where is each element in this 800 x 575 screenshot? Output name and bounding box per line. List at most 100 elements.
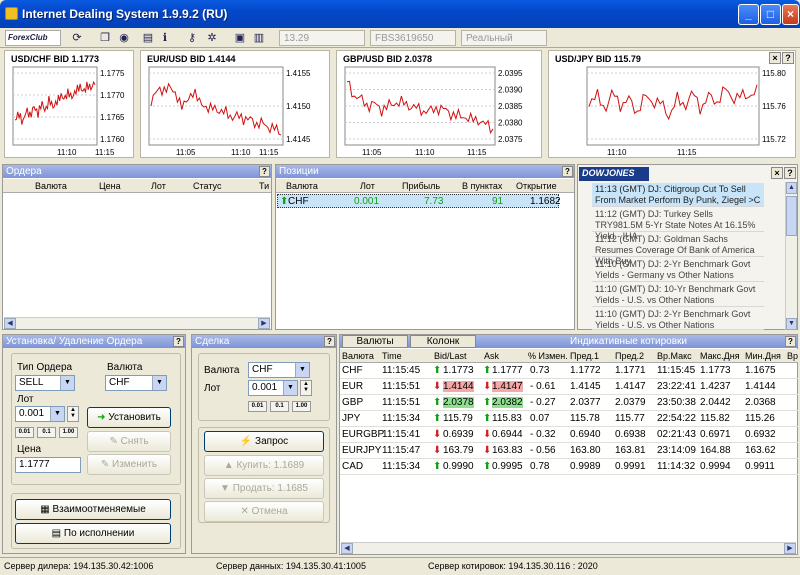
sell-button[interactable]: ▼ Продать: 1.1685 <box>204 478 324 499</box>
chart-usdchf[interactable]: USD/CHF BID 1.1773 1.1775 1.1770 1.1765 1.1… <box>4 50 134 158</box>
title-bar[interactable]: Internet Dealing System 1.9.9.2 (RU) _ □… <box>0 0 800 28</box>
on-execution-button[interactable]: ▤ По исполнении <box>15 523 171 544</box>
col-price[interactable]: Цена <box>99 181 121 191</box>
deal-lot-select[interactable]: 0.001 ▼ <box>248 380 298 396</box>
col-more[interactable]: Вр <box>787 351 798 361</box>
chevron-down-icon[interactable]: ▼ <box>152 376 166 390</box>
table-row[interactable]: JPY 11:15:34 115.79 115.83 0.07 115.78 115.77 2… <box>340 411 798 427</box>
maximize-button[interactable]: □ <box>760 4 781 25</box>
copy-icon[interactable]: ❐ <box>98 31 112 45</box>
gear-icon[interactable]: ✲ <box>205 31 219 45</box>
col-type[interactable]: Ти <box>259 181 269 191</box>
col-day-min[interactable]: Мин.Дня <box>745 351 781 361</box>
col-profit[interactable]: Прибыль <box>402 181 440 191</box>
table-row[interactable]: EURJPY 11:15:47 163.79 163.83 - 0.56 163.80 16… <box>340 443 798 459</box>
remove-order-button[interactable]: ✎ Снять <box>87 431 171 452</box>
table-row[interactable]: EURGBP 11:15:41 0.6939 0.6944 - 0.32 0.6940 0.… <box>340 427 798 443</box>
news-item[interactable]: 11:12 (GMT) DJ: Goldman Sachs Resumes Co… <box>592 233 764 266</box>
table-row[interactable]: CAD 11:15:34 0.9990 0.9995 0.78 0.9989 0.9991 1… <box>340 459 798 475</box>
col-day-max[interactable]: Макс.Дня <box>700 351 740 361</box>
col-open[interactable]: Открытие <box>516 181 557 191</box>
scroll-up-icon[interactable]: ▲ <box>786 182 797 194</box>
lot-stepper[interactable]: ▲ ▼ <box>300 380 312 396</box>
news-vscroll[interactable]: ▲ ▼ <box>785 182 797 330</box>
scroll-left-icon[interactable]: ◀ <box>4 318 16 329</box>
lot-step-button[interactable]: 0.1 <box>270 401 289 412</box>
buy-button[interactable]: ▲ Купить: 1.1689 <box>204 455 324 476</box>
col-lot[interactable]: Лот <box>151 181 166 191</box>
col-prev1[interactable]: Пред.1 <box>570 351 599 361</box>
order-price-input[interactable]: 1.1777 <box>15 457 81 473</box>
order-type-select[interactable]: SELL ▼ <box>15 375 75 391</box>
lot-step-button[interactable]: 1.00 <box>59 427 78 438</box>
col-currency[interactable]: Валюта <box>35 181 67 191</box>
tab-columns[interactable]: Колонк <box>410 335 476 348</box>
close-icon[interactable]: × <box>769 52 781 64</box>
minimize-button[interactable]: _ <box>738 4 759 25</box>
key-icon[interactable]: ⚷ <box>185 31 199 45</box>
col-status[interactable]: Статус <box>193 181 221 191</box>
table-row[interactable]: EUR 11:15:51 1.4144 1.4147 - 0.61 1.4145 1.414… <box>340 379 798 395</box>
request-button[interactable]: ⚡ Запрос <box>204 431 324 452</box>
document-icon[interactable]: ▤ <box>141 31 155 45</box>
deal-currency-select[interactable]: CHF ▼ <box>248 362 310 378</box>
news-item[interactable]: 11:13 (GMT) DJ: Citigroup Cut To Sell Fr… <box>592 183 764 207</box>
scroll-down-icon[interactable]: ▼ <box>786 318 797 330</box>
col-time[interactable]: Time <box>382 351 402 361</box>
col-ask[interactable]: Ask <box>484 351 499 361</box>
orders-hscroll[interactable]: ◀ ▶ <box>4 317 270 329</box>
chevron-down-icon[interactable]: ▼ <box>50 407 64 421</box>
scroll-right-icon[interactable]: ▶ <box>258 318 270 329</box>
chart-icon[interactable]: ◉ <box>117 31 131 45</box>
lot-step-button[interactable]: 0.01 <box>15 427 34 438</box>
help-icon[interactable]: ? <box>562 166 573 177</box>
disk-icon[interactable]: ▣ <box>233 31 247 45</box>
interchangeable-button[interactable]: ▦ Взаимоотменяемые <box>15 499 171 520</box>
col-points[interactable]: В пунктах <box>462 181 502 191</box>
col-bid[interactable]: Bid/Last <box>434 351 467 361</box>
lot-step-button[interactable]: 1.00 <box>292 401 311 412</box>
chevron-down-icon[interactable]: ▼ <box>283 381 297 395</box>
help-icon[interactable]: ? <box>782 52 794 64</box>
table-row[interactable]: GBP 11:15:51 2.0378 2.0382 - 0.27 2.0377 2.037… <box>340 395 798 411</box>
help-icon[interactable]: ? <box>173 336 184 347</box>
refresh-icon[interactable]: ⟳ <box>70 31 84 45</box>
news-item[interactable]: 11:10 (GMT) DJ: 2-Yr Benchmark Govt Yiel… <box>592 308 764 330</box>
info-icon[interactable]: ℹ <box>158 31 172 45</box>
close-button[interactable]: × <box>782 4 799 25</box>
order-lot-select[interactable]: 0.001 ▼ <box>15 406 65 422</box>
close-icon[interactable]: × <box>771 167 783 179</box>
scroll-thumb[interactable] <box>786 196 797 236</box>
order-currency-select[interactable]: CHF ▼ <box>105 375 167 391</box>
quotes-hscroll[interactable]: ◀ ▶ <box>341 542 796 554</box>
tab-currencies[interactable]: Валюты <box>342 335 408 348</box>
news-item[interactable]: 11:10 (GMT) DJ: 10-Yr Benchmark Govt Yie… <box>592 283 764 307</box>
news-item[interactable]: 11:10 (GMT) DJ: 2-Yr Benchmark Govt Yiel… <box>592 258 764 282</box>
cancel-button[interactable]: ✕ Отмена <box>204 501 324 522</box>
scroll-right-icon[interactable]: ▶ <box>784 543 796 554</box>
col-currency[interactable]: Валюта <box>286 181 318 191</box>
help-icon[interactable]: ? <box>784 167 796 179</box>
chart-usdjpy[interactable]: USD/JPY BID 115.79 115.80 115.76 115.72 11:… <box>548 50 796 158</box>
col-max-time[interactable]: Вр.Макс <box>657 351 692 361</box>
col-prev2[interactable]: Пред.2 <box>615 351 644 361</box>
help-icon[interactable]: ? <box>259 166 270 177</box>
lot-step-button[interactable]: 0.1 <box>37 427 56 438</box>
change-order-button[interactable]: ✎ Изменить <box>87 454 171 475</box>
news-item[interactable]: 11:12 (GMT) DJ: Turkey Sells TRY981.5M 5… <box>592 208 764 241</box>
chevron-down-icon[interactable]: ▼ <box>295 363 309 377</box>
lot-step-button[interactable]: 0.01 <box>248 401 267 412</box>
help-icon[interactable]: ? <box>324 336 335 347</box>
table-row[interactable]: ⬆ CHF 0.001 7.73 91 1.1682 <box>277 194 561 208</box>
col-lot[interactable]: Лот <box>360 181 375 191</box>
set-order-button[interactable]: ➜ Установить <box>87 407 171 428</box>
table-row[interactable]: CHF 11:15:45 1.1773 1.1777 0.73 1.1772 1.1771 1… <box>340 363 798 379</box>
chevron-down-icon[interactable]: ▼ <box>60 376 74 390</box>
chart-gbpusd[interactable]: GBP/USD BID 2.0378 2.0395 2.0390 2.0385 2.0… <box>336 50 542 158</box>
col-currency[interactable]: Валюта <box>342 351 374 361</box>
lot-stepper[interactable]: ▲ ▼ <box>67 406 79 422</box>
chart-eurusd[interactable]: EUR/USD BID 1.4144 1.4155 1.4150 1.4145 11:… <box>140 50 330 158</box>
help-icon[interactable]: ? <box>785 336 796 347</box>
book-icon[interactable]: ▥ <box>252 31 266 45</box>
col-change[interactable]: % Измен. <box>528 351 568 361</box>
